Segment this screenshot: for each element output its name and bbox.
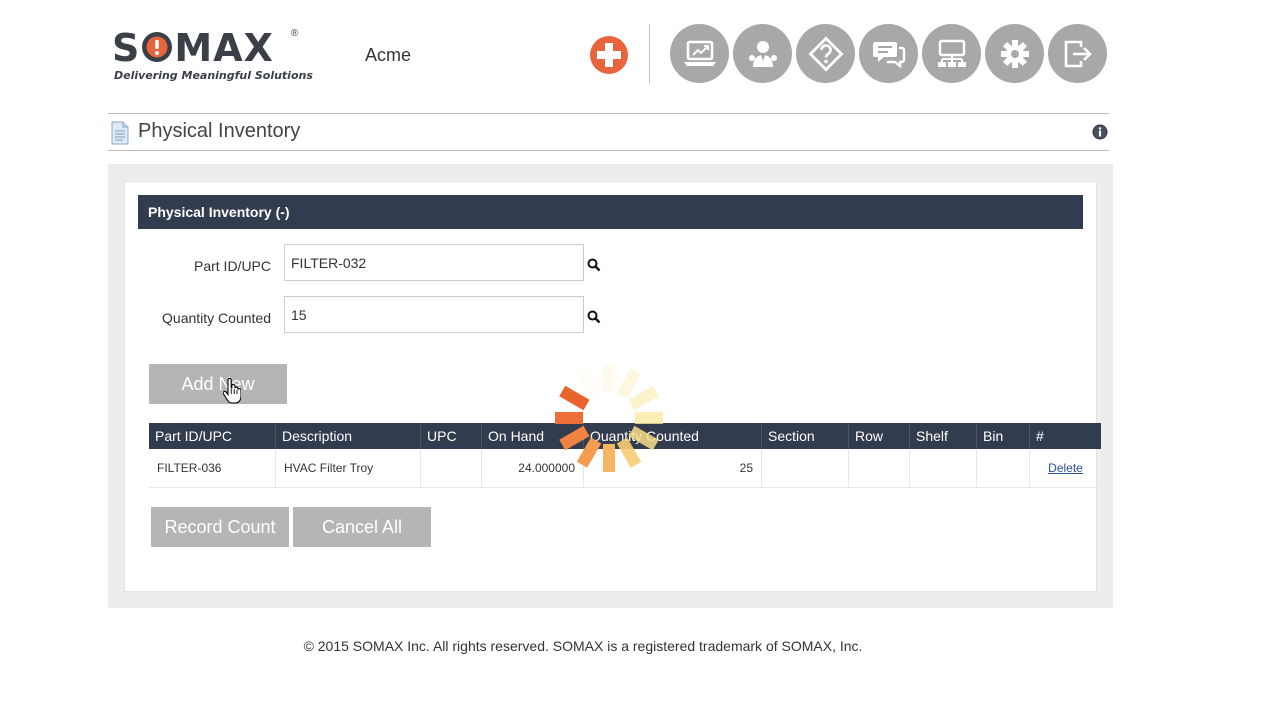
header-divider bbox=[649, 24, 650, 84]
col-shelf[interactable]: Shelf bbox=[909, 423, 977, 449]
logo-exclamation-icon bbox=[140, 30, 174, 64]
cell-part-id: FILTER-036 bbox=[149, 449, 276, 488]
logo-tagline: Delivering Meaningful Solutions bbox=[114, 69, 313, 82]
company-name: Acme bbox=[365, 45, 412, 65]
logo-word-prefix: S bbox=[112, 26, 141, 70]
part-id-label: Part ID/UPC bbox=[193, 258, 271, 274]
sitemap-icon[interactable] bbox=[922, 24, 981, 83]
add-new-button[interactable]: Add New bbox=[149, 364, 287, 404]
quantity-counted-input[interactable] bbox=[284, 296, 584, 333]
logo-registered-mark: ® bbox=[291, 28, 299, 39]
somax-logo: S MAX ® Delivering Meaningful Solutions bbox=[112, 26, 313, 88]
footer-copyright: © 2015 SOMAX Inc. All rights reserved. S… bbox=[303, 638, 863, 654]
logo-wordmark: S MAX bbox=[112, 26, 274, 70]
delete-link[interactable]: Delete bbox=[1048, 461, 1083, 475]
cell-description: HVAC Filter Troy bbox=[275, 449, 421, 488]
loading-spinner-icon bbox=[533, 350, 683, 495]
cell-action: Delete bbox=[1029, 449, 1101, 488]
col-description[interactable]: Description bbox=[275, 423, 421, 449]
col-upc[interactable]: UPC bbox=[420, 423, 482, 449]
logo-word-suffix: MAX bbox=[174, 26, 274, 70]
info-icon[interactable] bbox=[1092, 124, 1108, 145]
col-part-id[interactable]: Part ID/UPC bbox=[149, 423, 276, 449]
record-count-button[interactable]: Record Count bbox=[151, 507, 289, 547]
col-section[interactable]: Section bbox=[761, 423, 849, 449]
quantity-counted-label: Quantity Counted bbox=[162, 310, 271, 326]
help-icon[interactable] bbox=[796, 24, 855, 83]
users-icon[interactable] bbox=[733, 24, 792, 83]
col-action: # bbox=[1029, 423, 1101, 449]
cell-row bbox=[848, 449, 910, 488]
settings-icon[interactable] bbox=[985, 24, 1044, 83]
quantity-search-icon[interactable] bbox=[587, 310, 601, 329]
cell-bin bbox=[976, 449, 1030, 488]
logout-icon[interactable] bbox=[1048, 24, 1107, 83]
part-search-icon[interactable] bbox=[587, 258, 601, 277]
cell-section bbox=[761, 449, 849, 488]
cancel-all-button[interactable]: Cancel All bbox=[293, 507, 431, 547]
page-title: Physical Inventory bbox=[138, 120, 301, 142]
chat-icon[interactable] bbox=[859, 24, 918, 83]
cell-shelf bbox=[909, 449, 977, 488]
cell-upc bbox=[420, 449, 482, 488]
title-top-rule bbox=[108, 113, 1109, 114]
add-plus-icon[interactable] bbox=[589, 35, 629, 75]
panel-header[interactable]: Physical Inventory (-) bbox=[138, 195, 1083, 229]
dashboard-icon[interactable] bbox=[670, 24, 729, 83]
document-icon bbox=[110, 121, 130, 150]
hand-cursor-icon bbox=[222, 377, 242, 409]
col-bin[interactable]: Bin bbox=[976, 423, 1030, 449]
part-id-input[interactable] bbox=[284, 244, 584, 281]
title-bottom-rule bbox=[108, 150, 1109, 151]
col-row[interactable]: Row bbox=[848, 423, 910, 449]
